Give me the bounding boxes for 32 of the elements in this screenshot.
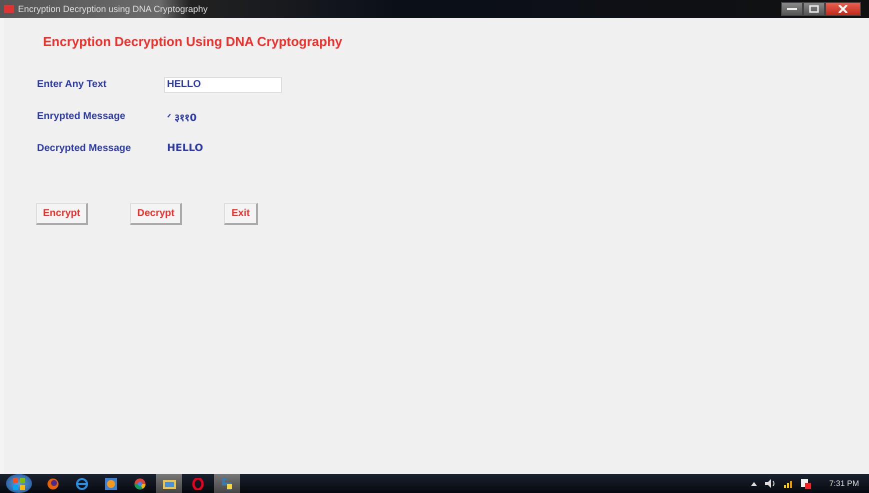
windows-logo-icon: [12, 476, 26, 490]
folder-icon: [162, 478, 176, 489]
field-label: Enrypted Message: [37, 111, 126, 122]
action-button[interactable]: Encrypt: [36, 203, 88, 225]
message-value: HELLO: [166, 143, 204, 154]
minimize-button[interactable]: [781, 2, 803, 16]
clock[interactable]: 7:31 PM: [829, 479, 859, 488]
taskbar-app-button[interactable]: [156, 474, 182, 493]
action-button[interactable]: Decrypt: [130, 203, 182, 225]
media-player-icon: [105, 478, 117, 490]
browser-icon: [192, 478, 204, 490]
start-button[interactable]: [6, 474, 32, 493]
field-label: Decrypted Message: [37, 143, 132, 154]
close-icon: [838, 5, 848, 13]
form-heading: Encryption Decryption Using DNA Cryptography: [43, 34, 344, 49]
network-icon[interactable]: [784, 480, 794, 488]
show-hidden-icons-icon[interactable]: [751, 482, 758, 486]
browser-icon: [76, 478, 88, 490]
app-icon: [4, 4, 14, 14]
browser-icon: [47, 478, 59, 490]
taskbar-app-button[interactable]: [214, 474, 240, 493]
maximize-button[interactable]: [803, 2, 825, 16]
action-button[interactable]: Exit: [224, 203, 258, 225]
volume-icon[interactable]: [765, 479, 776, 488]
browser-icon: [134, 478, 146, 490]
text-input[interactable]: HELLO: [164, 76, 282, 92]
close-button[interactable]: [825, 2, 861, 16]
window-title: Encryption Decryption using DNA Cryptography: [18, 4, 208, 14]
minimize-icon: [787, 7, 797, 11]
message-value: ᐟ ३११0: [166, 112, 197, 124]
field-label: Enter Any Text: [37, 79, 108, 90]
maximize-icon: [809, 5, 819, 13]
